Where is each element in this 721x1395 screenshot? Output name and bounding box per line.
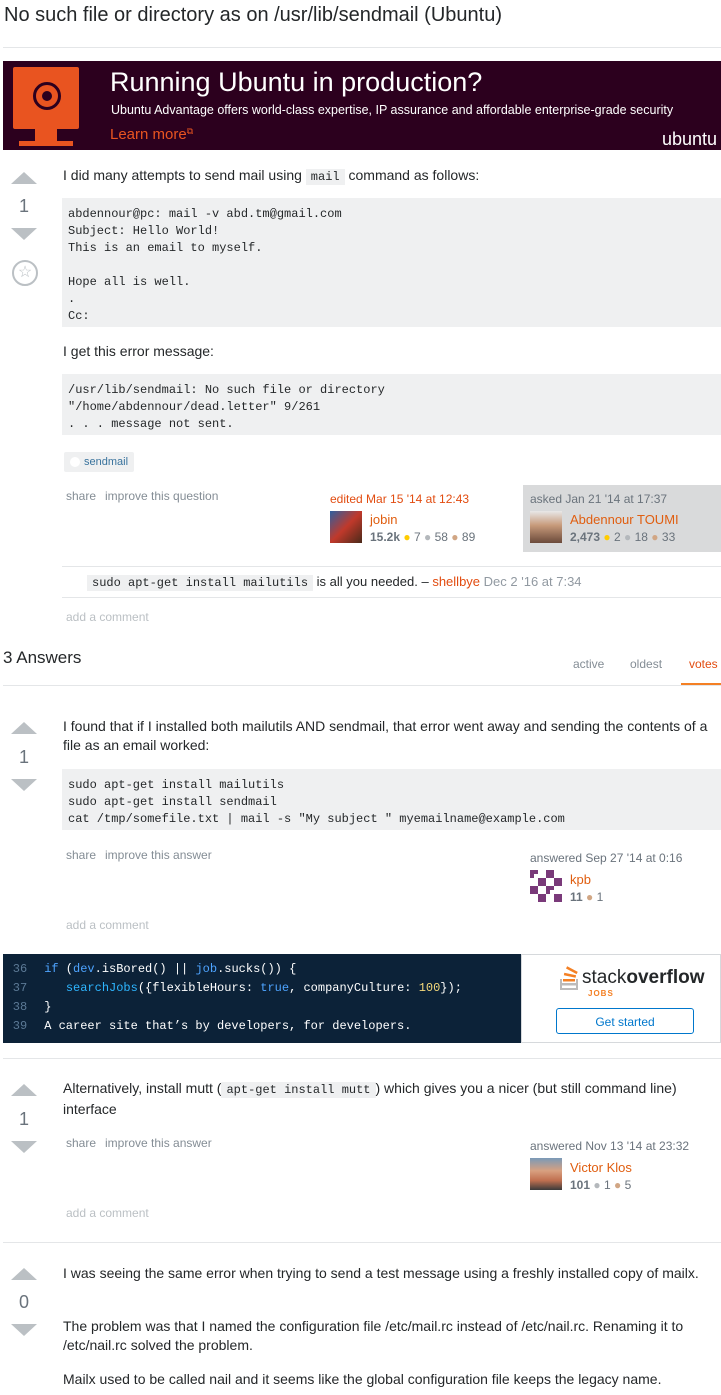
- downvote-button[interactable]: [11, 228, 37, 240]
- avatar[interactable]: [330, 511, 362, 543]
- code-block: sudo apt-get install mailutils sudo apt-…: [62, 769, 721, 830]
- improve-answer-link[interactable]: improve this answer: [105, 848, 212, 862]
- edited-time[interactable]: edited Mar 15 '14 at 12:43: [330, 492, 469, 506]
- external-link-icon: ⧉: [186, 126, 194, 136]
- answerer-reputation: 11 ● 1: [570, 890, 604, 904]
- tab-votes[interactable]: votes: [689, 657, 718, 671]
- answerer-name[interactable]: Victor Klos: [570, 1160, 632, 1175]
- error-code-block: /usr/lib/sendmail: No such file or direc…: [62, 374, 721, 435]
- ad-headline: Running Ubuntu in production?: [110, 67, 483, 97]
- page-title[interactable]: No such file or directory as on /usr/lib…: [4, 4, 502, 27]
- vote-count: 1: [18, 196, 29, 216]
- inline-code: apt-get install mutt: [221, 1082, 376, 1098]
- upvote-button[interactable]: [11, 1084, 37, 1096]
- comment: sudo apt-get install mailutils is all yo…: [87, 574, 582, 591]
- comment-divider: [62, 597, 721, 598]
- answer-divider: [3, 1242, 721, 1243]
- answer-text: Alternatively, install mutt (apt-get ins…: [63, 1080, 677, 1117]
- share-link[interactable]: share: [66, 489, 96, 503]
- avatar[interactable]: [530, 511, 562, 543]
- tag-sendmail[interactable]: sendmail: [64, 452, 135, 472]
- ad-learn-more-link[interactable]: Learn more⧉: [110, 126, 193, 143]
- error-intro: I get this error message:: [63, 343, 214, 359]
- vote-count: 1: [18, 747, 29, 767]
- jobs-label: JOBS: [588, 989, 614, 998]
- inline-code: sudo apt-get install mailutils: [87, 575, 314, 591]
- avatar[interactable]: [530, 870, 562, 902]
- favorite-star-icon[interactable]: ☆: [12, 260, 38, 286]
- vote-count: 1: [18, 1109, 29, 1129]
- comment-divider: [62, 566, 721, 567]
- monitor-base: [19, 141, 73, 146]
- inline-code: mail: [305, 169, 345, 185]
- asked-time[interactable]: asked Jan 21 '14 at 17:37: [530, 492, 667, 506]
- active-tab-underline: [681, 683, 721, 685]
- comment-time[interactable]: Dec 2 '16 at 7:34: [484, 574, 582, 589]
- answer-paragraph: I was seeing the same error when trying …: [63, 1265, 699, 1281]
- code-block: abdennour@pc: mail -v abd.tm@gmail.com S…: [62, 198, 721, 327]
- ad-subtext: Ubuntu Advantage offers world-class expe…: [111, 103, 674, 117]
- downvote-button[interactable]: [11, 1141, 37, 1153]
- get-started-button[interactable]: Get started: [556, 1008, 694, 1034]
- asker-reputation: 2,473 ● 2 ● 18 ● 33: [570, 530, 676, 544]
- comment-user[interactable]: shellbye: [432, 574, 480, 589]
- editor-reputation: 15.2k ● 7 ● 58 ● 89: [370, 530, 476, 544]
- share-link[interactable]: share: [66, 1136, 96, 1150]
- question-intro: I did many attempts to send mail using m…: [63, 167, 480, 185]
- avatar[interactable]: [530, 1158, 562, 1190]
- answer-paragraph: The problem was that I named the configu…: [63, 1318, 684, 1353]
- share-link[interactable]: share: [66, 848, 96, 862]
- answerer-name[interactable]: kpb: [570, 872, 591, 887]
- jobs-ad-panel: stackoverflow JOBS Get started: [521, 954, 721, 1043]
- downvote-button[interactable]: [11, 1324, 37, 1336]
- improve-question-link[interactable]: improve this question: [105, 489, 218, 503]
- upvote-button[interactable]: [11, 1268, 37, 1280]
- answer-text: I found that if I installed both mailuti…: [63, 718, 708, 753]
- add-comment-link[interactable]: add a comment: [66, 1206, 149, 1220]
- monitor-stand: [35, 129, 57, 141]
- answered-time[interactable]: answered Sep 27 '14 at 0:16: [530, 851, 682, 865]
- ubuntu-logo: ubuntu: [661, 129, 717, 149]
- monitor-icon: [13, 67, 79, 129]
- answers-divider: [3, 685, 721, 686]
- add-comment-link[interactable]: add a comment: [66, 918, 149, 932]
- ubuntu-ad-banner[interactable]: Running Ubuntu in production? Ubuntu Adv…: [3, 61, 721, 150]
- title-divider: [3, 47, 721, 48]
- answer-paragraph: Mailx used to be called nail and it seem…: [63, 1371, 662, 1387]
- upvote-button[interactable]: [11, 722, 37, 734]
- tag-icon: [70, 457, 80, 468]
- improve-answer-link[interactable]: improve this answer: [105, 1136, 212, 1150]
- editor-name[interactable]: jobin: [370, 512, 397, 527]
- upvote-button[interactable]: [11, 172, 37, 184]
- answered-time[interactable]: answered Nov 13 '14 at 23:32: [530, 1139, 689, 1153]
- stackoverflow-logo-icon: [560, 966, 578, 990]
- answerer-reputation: 101 ● 1 ● 5: [570, 1178, 632, 1192]
- answers-count: 3 Answers: [3, 648, 82, 667]
- asker-name[interactable]: Abdennour TOUMI: [570, 512, 679, 527]
- vote-count: 0: [18, 1292, 29, 1312]
- add-comment-link[interactable]: add a comment: [66, 610, 149, 624]
- jobs-ad-banner[interactable]: 36 if (dev.isBored() || job.sucks()) { 3…: [3, 954, 721, 1043]
- tab-active[interactable]: active: [573, 657, 604, 671]
- stackoverflow-logo: stackoverflow: [582, 967, 705, 988]
- downvote-button[interactable]: [11, 779, 37, 791]
- answer-divider: [3, 1058, 721, 1059]
- jobs-ad-code: 36 if (dev.isBored() || job.sucks()) { 3…: [3, 954, 521, 1043]
- tab-oldest[interactable]: oldest: [630, 657, 662, 671]
